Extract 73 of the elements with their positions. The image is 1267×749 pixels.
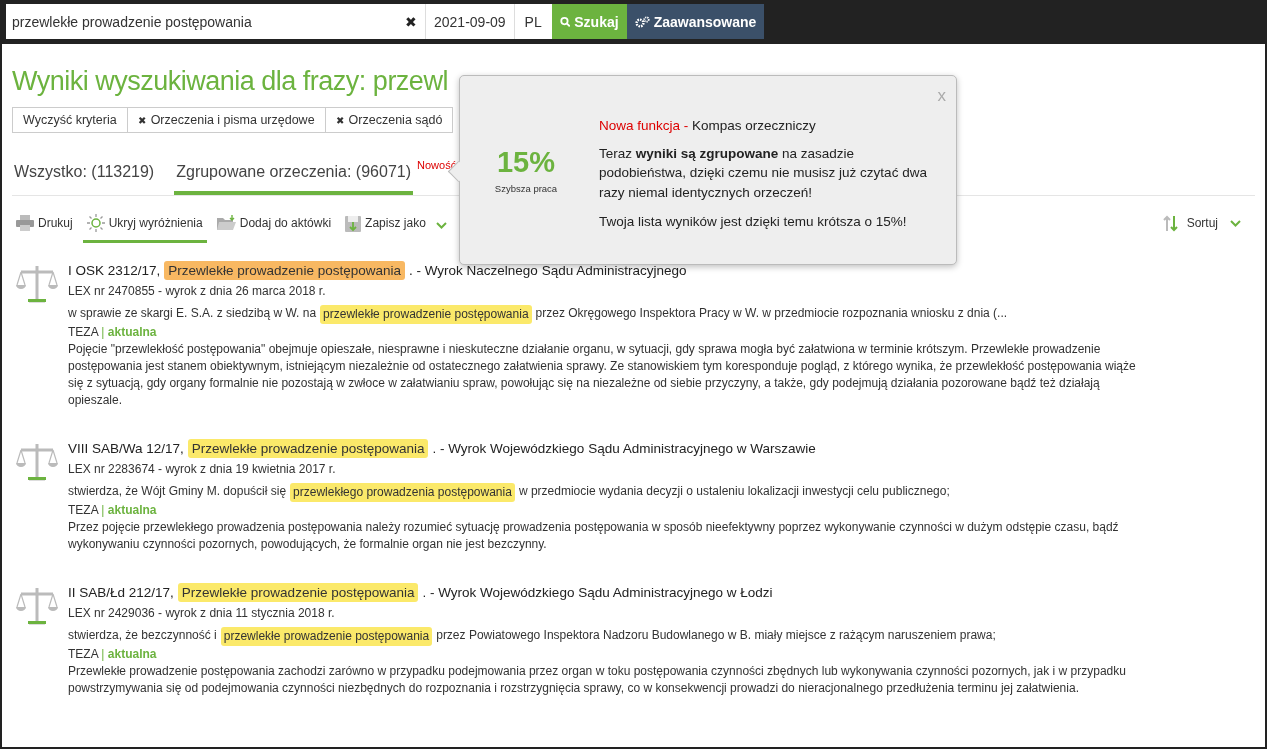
thesis-label: TEZA xyxy=(68,647,98,661)
filter-label: Orzeczenia sądó xyxy=(348,113,443,127)
search-text: przewlekłe prowadzenie postępowania xyxy=(12,13,253,30)
popup-title: Kompas orzeczniczy xyxy=(692,118,816,133)
judgment-title[interactable]: . - Wyrok Wojewódzkiego Sądu Administracyjnego w Warszawie xyxy=(432,440,816,457)
date-field[interactable]: 2021-09-09 xyxy=(425,4,514,39)
judgment-meta: LEX nr 2470855 - wyrok z dnia 26 marca 2018 r. xyxy=(68,283,327,300)
sun-icon xyxy=(86,214,105,232)
highlighted-phrase: Przewlekłe prowadzenie postępowania xyxy=(187,439,429,458)
status-label: aktualna xyxy=(107,503,157,517)
highlighted-phrase: Przewlekłe prowadzenie postępowania xyxy=(164,261,405,280)
case-signature[interactable]: VIII SAB/Wa 12/17, xyxy=(68,440,184,457)
search-field[interactable]: przewlekłe prowadzenie postępowania ✖ xyxy=(6,4,425,39)
highlighted-phrase: przewlekłe prowadzenie postępowania xyxy=(220,627,433,646)
thesis-label: TEZA xyxy=(68,503,98,517)
popup-text: Teraz wyniki są zgrupowane na zasadzie podobieństwa, dzięki czemu nie musisz już czytać dwa razy niemal identycznych orzeczeń! xyxy=(599,144,928,202)
remove-icon[interactable]: ✖ xyxy=(335,114,344,126)
toolbar-button[interactable]: Ukryj wyróżnienia xyxy=(82,208,207,243)
separator: | xyxy=(101,325,105,339)
snippet-text: przez Okręgowego Inspektora Pracy w W. w przedmiocie rozpoznania wniosku z dnia (... xyxy=(535,305,1008,322)
thesis-text: Przewlekłe prowadzenie postępowania zachodzi zarówno w przypadku podejmowania przez organ w toku postępowania czynności zbędnych lub wykonywania czynności pozornych, jak i w przypadku powstrzymywania się od podejmowania czynności niezbędnych do rozpoznania i rozstrzygnięcia sprawy, co w konsekwencji prowadzi do nieracjonalnego przedłużenia terminu jej załatwienia. xyxy=(68,663,1127,697)
thesis-text: Pojęcie "przewlekłość postępowania" obejmuje opieszałe, niesprawne i nieskuteczne działanie organu, w sytuacji, gdy sprawa mogła być załatwiona w terminie krótszym. Przewlekłe prowadzenie postępowania jest stanem obiektywnym, istniejącym niezależnie od ostatecznego załatwienia sprawy. Ze stanowiskiem tym koresponduje pogląd, z którego wynika, że przewlekłość postępowania wiąże się z sytuacją, gdy organy formalnie nie pozostają w zwłoce w załatwianiu spraw, powołując się na niezależne od siebie przyczyny, a także, gdy podejmują działania pozorowane bądź też działają opieszale. xyxy=(68,341,1137,409)
filter-chip[interactable]: Wyczyść kryteria xyxy=(12,107,128,133)
toolbar-button[interactable]: Zapisz jako xyxy=(341,208,430,243)
filter-chip[interactable]: ✖ Orzeczenia sądó xyxy=(324,107,454,133)
scales-icon xyxy=(16,263,58,303)
advanced-button[interactable]: Zaawansowane xyxy=(626,4,765,39)
chevron-down-icon[interactable] xyxy=(435,222,447,229)
scales-icon xyxy=(16,441,58,481)
printer-icon xyxy=(16,215,34,231)
separator: | xyxy=(101,647,105,661)
judgment-meta: LEX nr 2283674 - wyrok z dnia 19 kwietnia 2017 r. xyxy=(68,461,337,478)
percent-value: 15% xyxy=(496,146,555,179)
percent-caption: Szybsza praca xyxy=(494,183,558,194)
new-feature-label: Nowa funkcja - xyxy=(599,118,689,133)
results-heading: Wyniki wyszukiwania dla frazy: przewl xyxy=(12,66,448,97)
chevron-down-icon xyxy=(1230,219,1241,227)
toolbar-button[interactable]: Drukuj xyxy=(12,209,77,242)
results-tab[interactable]: Wszystko: (113219) xyxy=(12,155,157,195)
filter-label: Orzeczenia i pisma urzędowe xyxy=(150,113,315,127)
case-signature[interactable]: II SAB/Łd 212/17, xyxy=(68,584,174,601)
snippet-text: w sprawie ze skargi E. S.A. z siedzibą w W. na xyxy=(68,305,317,322)
highlighted-phrase: Przewlekłe prowadzenie postępowania xyxy=(177,583,419,602)
snippet-text: w przedmiocie wydania decyzji o ustaleniu lokalizacji inwestycji celu publicznego; xyxy=(518,483,950,500)
case-signature[interactable]: I OSK 2312/17, xyxy=(68,262,161,279)
results-tab[interactable]: Zgrupowane orzeczenia: (96071) xyxy=(174,155,413,195)
snippet-text: przez Powiatowego Inspektora Nadzoru Budowlanego w B. miały miejsce z rażącym naruszeniem prawa; xyxy=(436,627,996,644)
thesis-label: TEZA xyxy=(68,325,98,339)
toolbar-button[interactable]: Dodaj do aktówki xyxy=(212,209,336,242)
save-icon xyxy=(345,214,362,232)
sort-arrows-icon xyxy=(1162,214,1179,232)
highlighted-phrase: przewlekłego prowadzenia postępowania xyxy=(290,483,515,502)
scales-icon xyxy=(16,585,58,625)
judgment-title[interactable]: . - Wyrok Naczelnego Sądu Administracyjnego xyxy=(408,262,687,279)
search-icon xyxy=(559,15,571,28)
folder-icon xyxy=(216,215,236,231)
clear-button[interactable]: ✖ xyxy=(405,13,417,30)
remove-icon[interactable]: ✖ xyxy=(137,114,146,126)
judgment-title[interactable]: . - Wyrok Wojewódzkiego Sądu Administracyjnego w Łodzi xyxy=(422,584,773,601)
filter-label: Wyczyść kryteria xyxy=(23,113,117,127)
popup-note: Twoja lista wyników jest dzięki temu krótsza o 15%! xyxy=(599,213,908,231)
snippet-text: stwierdza, że bezczynność i xyxy=(68,627,217,644)
thesis-text: Przez pojęcie przewlekłego prowadzenia postępowania należy rozumieć sytuację prowadzenia postępowania w sposób nieefektywny poprzez wykonywanie czynności w dużym odstępie czasu, bądź wykonywaniu czynności pozornych, powodujących, że formalnie organ nie jest bezczynny. xyxy=(68,519,1120,553)
sort-button[interactable]: Sortuj xyxy=(1158,208,1245,243)
gears-icon xyxy=(634,15,650,28)
status-label: aktualna xyxy=(107,647,157,661)
judgment-meta: LEX nr 2429036 - wyrok z dnia 11 stycznia 2018 r. xyxy=(68,605,336,622)
status-label: aktualna xyxy=(107,325,157,339)
filter-chip[interactable]: ✖ Orzeczenia i pisma urzędowe xyxy=(126,107,326,133)
highlighted-phrase: przewlekłe prowadzenie postępowania xyxy=(320,305,532,324)
separator: | xyxy=(101,503,105,517)
snippet-text: stwierdza, że Wójt Gminy M. dopuścił się xyxy=(68,483,287,500)
language-field[interactable]: PL xyxy=(513,4,552,39)
